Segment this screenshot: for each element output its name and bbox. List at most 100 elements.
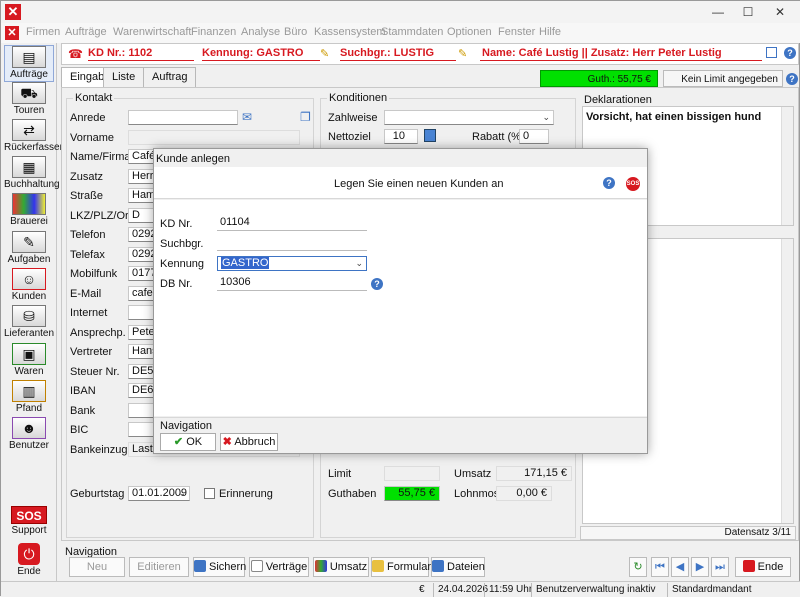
truck-icon: ⛟ [12, 82, 46, 104]
tab-liste[interactable]: Liste [103, 67, 145, 87]
maximize-button[interactable]: ☐ [733, 3, 763, 21]
mail-icon[interactable]: ✉ [242, 110, 252, 124]
nettoziel-field[interactable]: 10 [384, 129, 418, 144]
limit-label: Limit [328, 468, 352, 480]
rabatt-field[interactable]: 0 [519, 129, 549, 144]
cross-icon: ✖ [222, 436, 232, 448]
dialog-nav-label: Navigation [160, 420, 212, 432]
menu-finanzen[interactable]: Finanzen [191, 26, 236, 38]
umsatz-button[interactable]: Umsatz [313, 557, 369, 577]
sidebar-item-ende[interactable]: ⏻ Ende [4, 543, 54, 580]
menu-kassensystem[interactable]: Kassensystem [314, 26, 386, 38]
formulare-button[interactable]: Formulare [371, 557, 437, 577]
dbnr-help-icon[interactable]: ? [371, 278, 383, 290]
orders-icon: ▤ [12, 46, 46, 68]
kontakt-label: Internet [70, 307, 108, 319]
menu-bar: ✕ Firmen Aufträge Warenwirtschaft Finanz… [1, 23, 800, 43]
umsatz-field: 171,15 € [496, 466, 572, 481]
scrollbar[interactable] [781, 107, 793, 225]
users-icon: ☻ [12, 417, 46, 439]
ende-button[interactable]: Ende [735, 557, 791, 577]
accounting-icon: ▦ [12, 156, 46, 178]
navigation-bar: Navigation Neu Editieren Sichern Verträg… [61, 543, 799, 581]
kontakt-label: Ansprechp. [70, 326, 126, 339]
dialog-help-icon[interactable]: ? [603, 177, 615, 189]
chart-icon [314, 560, 327, 572]
info-help-icon[interactable]: ? [784, 47, 796, 59]
kontakt-label: Bank [70, 404, 96, 417]
edit-kennung-icon[interactable]: ✎ [320, 47, 329, 60]
menu-fenster[interactable]: Fenster [498, 26, 535, 38]
editieren-button[interactable]: Editieren [129, 557, 189, 577]
next-record-icon[interactable]: ▶ [691, 557, 709, 577]
sidebar-item-waren[interactable]: ▣ Waren [4, 343, 54, 380]
window-icon[interactable] [766, 47, 777, 58]
contract-icon [250, 560, 263, 572]
limit-field[interactable] [384, 466, 440, 481]
sidebar-item-kunden[interactable]: ☺ Kunden [4, 268, 54, 305]
sidebar-item-pfand[interactable]: ▥ Pfand [4, 380, 54, 417]
kontakt-label: LKZ/PLZ/Ort [70, 209, 132, 222]
sidebar-item-aufgaben[interactable]: ✎ Aufgaben [4, 231, 54, 268]
dialog-suchbgr-field[interactable] [217, 236, 367, 251]
deklarationen-title: Deklarationen [584, 94, 652, 106]
sidebar-item-buchhaltung[interactable]: ▦ Buchhaltung [4, 156, 60, 193]
menu-stammdaten[interactable]: Stammdaten [381, 26, 443, 38]
tab-auftrag[interactable]: Auftrag [143, 67, 197, 87]
last-record-icon[interactable]: ⏭ [711, 557, 729, 577]
tasks-icon: ✎ [12, 231, 46, 253]
geburtstag-field[interactable]: 01.01.2009 ⌄ [128, 486, 190, 501]
dialog-ok-button[interactable]: ✔ OK [160, 433, 216, 451]
prev-record-icon[interactable]: ◀ [671, 557, 689, 577]
copy-icon[interactable]: ❐ [300, 110, 311, 124]
menu-firmen[interactable]: Firmen [26, 26, 60, 38]
lohnmost-field: 0,00 € [496, 486, 552, 501]
dialog-kennung-select[interactable]: GASTRO ⌄ [217, 256, 367, 271]
info-kdnr: KD Nr.: 1102 [88, 47, 153, 59]
first-record-icon[interactable]: ⏮ [651, 557, 669, 577]
erinnerung-checkbox[interactable] [204, 488, 215, 499]
close-button[interactable]: ✕ [765, 3, 795, 21]
menu-logo-icon: ✕ [5, 26, 19, 40]
menu-warenwirtschaft[interactable]: Warenwirtschaft [113, 26, 191, 38]
calendar-icon[interactable] [424, 129, 436, 142]
scrollbar[interactable] [781, 239, 793, 523]
sidebar-item-touren[interactable]: ⛟ Touren [4, 82, 54, 119]
kontakt-label: Straße [70, 190, 104, 202]
chevron-down-icon: ⌄ [178, 488, 186, 498]
menu-optionen[interactable]: Optionen [447, 26, 492, 38]
menu-analyse[interactable]: Analyse [241, 26, 280, 38]
minimize-button[interactable]: — [703, 3, 733, 21]
dialog-abbruch-button[interactable]: ✖ Abbruch [220, 433, 278, 451]
neu-button[interactable]: Neu [69, 557, 125, 577]
sidebar-item-benutzer[interactable]: ☻ Benutzer [4, 417, 54, 454]
refresh-icon[interactable]: ↻ [629, 557, 647, 577]
sidebar-item-auftraege[interactable]: ▤ Aufträge [4, 45, 54, 82]
sidebar-item-lieferanten[interactable]: ⛁ Lieferanten [4, 305, 54, 342]
save-icon [194, 560, 206, 572]
sidebar-item-rueckerfassen[interactable]: ⇄ Rückerfassen [4, 119, 65, 156]
kontakt-field[interactable] [128, 129, 300, 145]
dateien-button[interactable]: Dateien [431, 557, 485, 577]
menu-buero[interactable]: Büro [284, 26, 307, 38]
zahlweise-select[interactable]: ⌄ [384, 110, 554, 125]
kontakt-field[interactable] [128, 110, 238, 125]
dialog-body: KD Nr. 01104 Suchbgr. Kennung GASTRO ⌄ DB… [154, 200, 647, 416]
sichern-button[interactable]: Sichern [193, 557, 246, 577]
check-icon: ✔ [173, 436, 184, 448]
status-info: Benutzerverwaltung inaktiv [536, 584, 656, 595]
suppliers-icon: ⛁ [12, 305, 46, 327]
sidebar-item-support[interactable]: SOS Support [4, 506, 54, 543]
datensatz-indicator: Datensatz 3/11 [580, 526, 796, 540]
kontakt-label: Anrede [70, 112, 106, 124]
kontakt-label: Telefax [70, 248, 105, 261]
sidebar-item-brauerei[interactable]: Brauerei [4, 193, 54, 230]
edit-suchbgr-icon[interactable]: ✎ [458, 47, 467, 60]
menu-hilfe[interactable]: Hilfe [539, 26, 561, 38]
dialog-sos-icon[interactable]: SOS [626, 176, 640, 191]
guthaben-field: 55,75 € [384, 486, 440, 501]
limit-help-icon[interactable]: ? [786, 73, 798, 85]
vertraege-button[interactable]: Verträge [249, 557, 309, 577]
dialog-prompt: Legen Sie einen neuen Kunden an [334, 178, 504, 190]
menu-auftraege[interactable]: Aufträge [65, 26, 107, 38]
